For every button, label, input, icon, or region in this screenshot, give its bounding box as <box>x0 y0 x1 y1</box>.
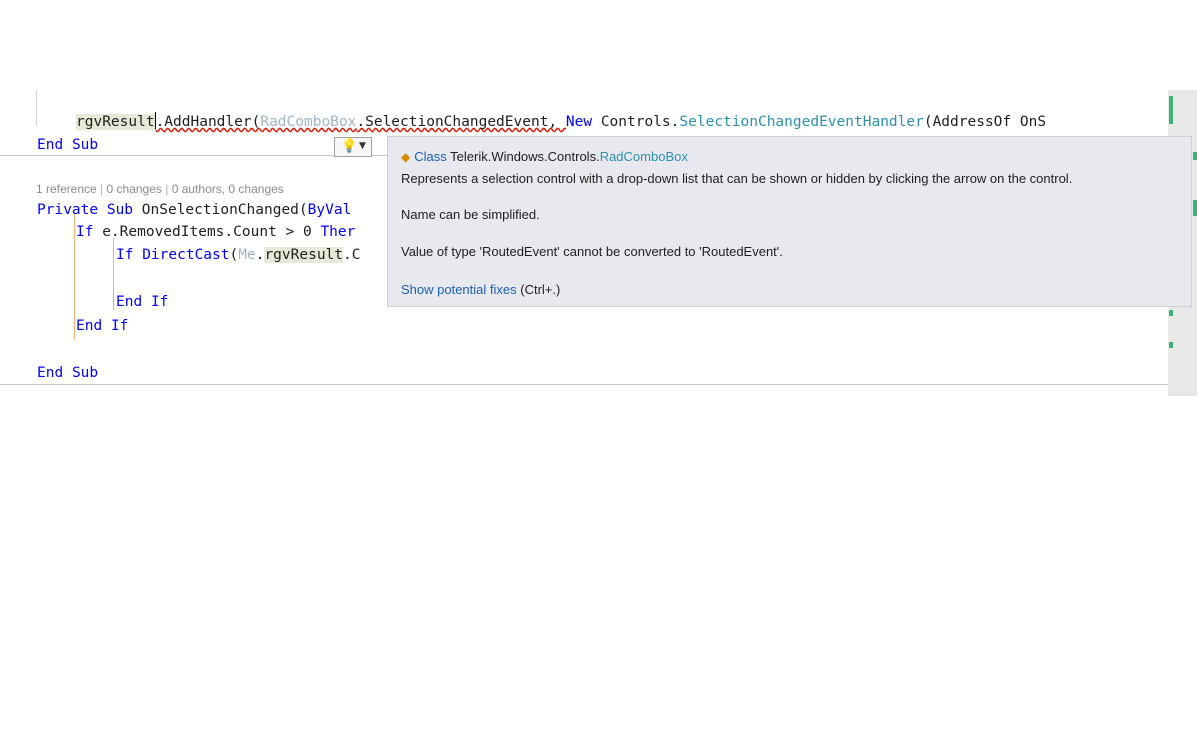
change-marker <box>1193 152 1197 160</box>
keyword-end: End <box>37 137 64 153</box>
editor-bottom-border <box>0 384 1168 385</box>
quick-info-tooltip: ◆ Class Telerik.Windows.Controls.RadCombo… <box>387 136 1192 307</box>
keyword-sub: Sub <box>71 365 99 381</box>
keyword-sub: Sub <box>71 137 99 153</box>
indent-guide <box>74 214 75 340</box>
tooltip-class-label: Class <box>414 149 447 164</box>
code-token: Controls. <box>592 114 680 130</box>
code-token: .AddHandler( <box>155 114 261 130</box>
indent-guide <box>113 238 114 310</box>
keyword-sub: Sub <box>106 202 134 218</box>
tooltip-namespace: Telerik.Windows.Controls. <box>450 149 600 164</box>
tooltip-signature: ◆ Class Telerik.Windows.Controls.RadCombo… <box>401 149 688 164</box>
keyword-then: Ther <box>320 224 356 240</box>
code-token-type: SelectionChangedEventHandler <box>679 114 924 130</box>
identifier-rgvresult[interactable]: rgvResult <box>264 247 344 263</box>
code-line-end-if-inner[interactable]: End If <box>116 292 168 312</box>
tooltip-type-name[interactable]: RadComboBox <box>600 149 688 164</box>
code-line-if-directcast[interactable]: If DirectCast(Me.rgvResult.C <box>116 245 361 265</box>
change-marker <box>1169 96 1173 124</box>
codelens-separator: | <box>100 182 104 196</box>
code-token: (AddressOf OnS <box>923 114 1047 130</box>
keyword-me-faded: Me <box>238 247 256 263</box>
code-line-if-removed[interactable]: If e.RemovedItems.Count > 0 Ther <box>76 222 355 242</box>
codelens-separator: | <box>165 182 169 196</box>
class-icon: ◆ <box>401 150 411 164</box>
keyword-byval: ByVal <box>307 202 352 218</box>
tooltip-fixes-row: Show potential fixes (Ctrl+.) <box>401 282 560 297</box>
keyword-private: Private <box>37 202 99 218</box>
code-token-type-faded: RadComboBox <box>260 114 357 130</box>
code-line-end-sub-final[interactable]: End Sub <box>37 363 98 383</box>
code-token: e.RemovedItems.Count > 0 <box>93 224 321 240</box>
error-squiggle-span[interactable]: .AddHandler(RadComboBox.SelectionChanged… <box>156 114 566 130</box>
change-marker <box>1193 200 1197 216</box>
lightbulb-icon: 💡 <box>341 139 358 154</box>
tooltip-diagnostic-error: Value of type 'RoutedEvent' cannot be co… <box>401 244 783 259</box>
codelens: 1 reference | 0 changes | 0 authors, 0 c… <box>36 182 284 196</box>
show-potential-fixes-link[interactable]: Show potential fixes <box>401 282 517 297</box>
keyword-if: If <box>110 318 129 334</box>
identifier-rgvresult[interactable]: rgvResult <box>76 114 155 130</box>
keyword-directcast: DirectCast <box>142 247 230 263</box>
keyword-new: New <box>565 114 593 130</box>
change-marker <box>1169 310 1173 316</box>
keyword-end: End <box>37 365 64 381</box>
codelens-authors[interactable]: 0 authors, 0 changes <box>172 182 284 196</box>
code-token: ( <box>229 247 239 263</box>
keyword-end: End <box>116 294 143 310</box>
keyword-end: End <box>76 318 103 334</box>
code-line-addhandler[interactable]: rgvResult.AddHandler(RadComboBox.Selecti… <box>76 112 1046 132</box>
tooltip-description: Represents a selection control with a dr… <box>401 171 1073 186</box>
indent-guide <box>36 90 37 126</box>
codelens-references[interactable]: 1 reference <box>36 182 97 196</box>
code-line-end-if-outer[interactable]: End If <box>76 316 128 336</box>
change-marker <box>1169 342 1173 348</box>
code-token: OnSelectionChanged( <box>133 202 308 218</box>
tooltip-diagnostic-simplify: Name can be simplified. <box>401 207 540 222</box>
quick-actions-button[interactable]: 💡 ▼ <box>334 137 372 157</box>
fixes-shortcut: (Ctrl+.) <box>516 282 561 297</box>
chevron-down-icon: ▼ <box>359 141 366 151</box>
code-token: .C <box>343 247 361 263</box>
keyword-if: If <box>76 224 94 240</box>
code-token: .SelectionChangedEvent, <box>356 114 566 130</box>
keyword-if: If <box>116 247 134 263</box>
code-line-private-sub[interactable]: Private Sub OnSelectionChanged(ByVal <box>37 200 351 220</box>
keyword-if: If <box>150 294 169 310</box>
code-line-end-sub[interactable]: End Sub <box>37 135 98 155</box>
codelens-changes[interactable]: 0 changes <box>107 182 162 196</box>
